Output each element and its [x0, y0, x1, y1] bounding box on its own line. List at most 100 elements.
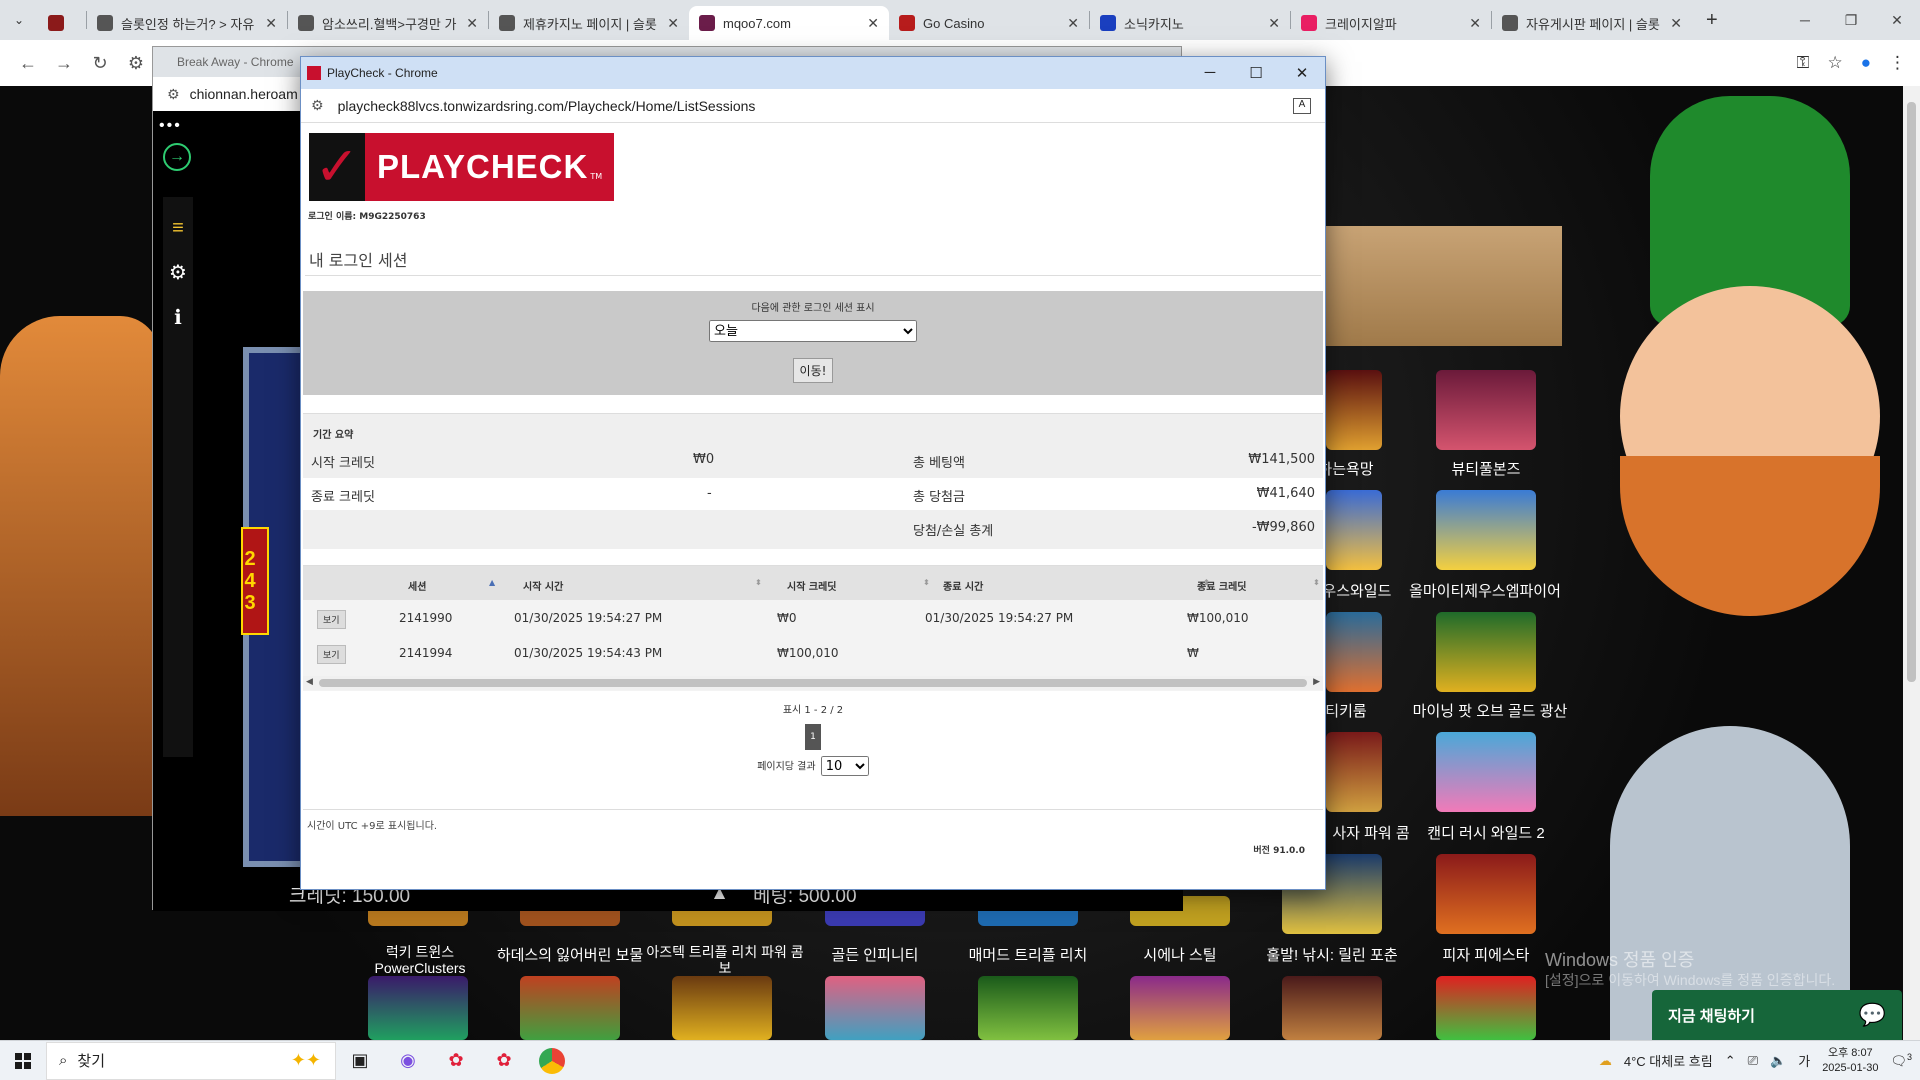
- game-tile-fish[interactable]: [520, 976, 620, 1040]
- column-header-end-credit[interactable]: 종료 크레딧: [1197, 578, 1246, 593]
- column-header-session[interactable]: 세션: [408, 578, 426, 593]
- tab-close-icon[interactable]: ✕: [1670, 15, 1682, 32]
- tab-close-icon[interactable]: ✕: [667, 15, 679, 32]
- browser-tab[interactable]: 슬롯인정 하는거? > 자유 ✕: [87, 6, 287, 40]
- volume-icon[interactable]: 🔈: [1770, 1053, 1786, 1069]
- reload-icon[interactable]: ↻: [82, 53, 118, 74]
- scroll-right-icon[interactable]: ▶: [1313, 677, 1320, 687]
- browser-tab[interactable]: mqoo7.com ✕: [689, 6, 889, 40]
- browser-tab[interactable]: 암소쓰리.혈백>구경만 가 ✕: [288, 6, 488, 40]
- tab-close-icon[interactable]: ✕: [1469, 15, 1481, 32]
- tab-close-icon[interactable]: ✕: [265, 15, 277, 32]
- clock[interactable]: 오후 8:07 2025-01-30: [1822, 1046, 1878, 1076]
- table-horizontal-scrollbar[interactable]: ◀ ▶: [303, 676, 1323, 690]
- game-name[interactable]: 골든 인피니티: [800, 944, 950, 965]
- forward-icon[interactable]: →: [46, 53, 82, 74]
- bookmark-star-icon[interactable]: ☆: [1827, 53, 1842, 73]
- game-name[interactable]: 피자 피에스타: [1411, 944, 1561, 965]
- game-tile-tiki[interactable]: [1326, 612, 1382, 692]
- browser-menu-icon[interactable]: ⋮: [1889, 53, 1906, 73]
- site-info-icon[interactable]: ⚙: [167, 86, 180, 103]
- ime-icon[interactable]: 가: [1798, 1051, 1810, 1070]
- translate-icon[interactable]: A: [1293, 97, 1311, 114]
- game-name[interactable]: 훌발! 낚시: 릴린 포춘: [1257, 944, 1407, 965]
- scrollbar-thumb[interactable]: [1907, 102, 1916, 682]
- game-tile-beautiful-bones[interactable]: [1436, 370, 1536, 450]
- game-tile-frankenstein[interactable]: [978, 976, 1078, 1040]
- column-header-start-time[interactable]: 시작 시간: [523, 578, 563, 593]
- sort-ascending-icon[interactable]: ▲: [489, 578, 495, 587]
- period-select[interactable]: 오늘: [709, 320, 917, 342]
- per-page-select[interactable]: 10: [820, 756, 869, 776]
- game-tile-zeus-wild[interactable]: [1326, 490, 1382, 570]
- game-tile-carnaval[interactable]: [1130, 976, 1230, 1040]
- tray-chevron-icon[interactable]: ⌃: [1725, 1053, 1736, 1069]
- info-icon[interactable]: ℹ: [163, 305, 193, 330]
- game-name[interactable]: 올마이티제우스엠파이어: [1380, 580, 1590, 601]
- settings-gear-icon[interactable]: ⚙: [163, 260, 193, 285]
- network-icon[interactable]: ⎚: [1748, 1053, 1758, 1069]
- profile-icon[interactable]: ●: [1861, 53, 1871, 73]
- column-header-start-credit[interactable]: 시작 크레딧: [787, 578, 836, 593]
- minimize-icon[interactable]: ─: [1187, 64, 1233, 82]
- tab-close-icon[interactable]: ✕: [466, 15, 478, 32]
- tab-search-icon[interactable]: ⌄: [0, 0, 38, 40]
- weather-text[interactable]: 4°C 대체로 흐림: [1624, 1051, 1713, 1070]
- chrome-icon[interactable]: [539, 1047, 565, 1074]
- page-scrollbar[interactable]: [1903, 86, 1920, 1040]
- restore-icon[interactable]: ❐: [1828, 12, 1874, 29]
- close-icon[interactable]: ✕: [1279, 64, 1325, 82]
- game-name[interactable]: 사자 파워 콤: [1326, 822, 1416, 843]
- game-name[interactable]: 마이닝 팟 오브 골드 광산: [1395, 700, 1585, 721]
- browser-tab[interactable]: 제휴카지노 페이지 | 슬롯 ✕: [489, 6, 689, 40]
- game-tile-mining-pots[interactable]: [1436, 612, 1536, 692]
- app-red-icon[interactable]: ✿: [480, 1050, 528, 1071]
- more-dots-icon[interactable]: •••: [159, 117, 182, 135]
- game-tile-burning-desire[interactable]: [1326, 370, 1382, 450]
- close-window-icon[interactable]: ✕: [1874, 12, 1920, 29]
- scrollbar-thumb[interactable]: [319, 679, 1307, 687]
- column-header-end-time[interactable]: 종료 시간: [943, 578, 983, 593]
- game-tile-gates[interactable]: [1282, 976, 1382, 1040]
- browser-tab[interactable]: 자유게시판 페이지 | 슬롯 ✕: [1492, 6, 1692, 40]
- sort-icon[interactable]: ⬍: [923, 578, 930, 587]
- app-red-icon[interactable]: ✿: [432, 1050, 480, 1071]
- view-button[interactable]: 보기: [317, 645, 346, 664]
- notification-icon[interactable]: 🗨3: [1890, 1052, 1912, 1069]
- new-tab-button[interactable]: +: [1692, 9, 1732, 32]
- game-tile-candy-rush[interactable]: [1436, 732, 1536, 812]
- site-info-icon[interactable]: ⚙: [311, 97, 324, 114]
- game-tile-froot[interactable]: [1436, 976, 1536, 1040]
- game-name[interactable]: 캔디 러시 와일드 2: [1411, 822, 1561, 843]
- browser-tab[interactable]: Go Casino ✕: [889, 6, 1089, 40]
- game-name[interactable]: 뷰티풀본즈: [1411, 458, 1561, 479]
- browser-tab[interactable]: 소닉카지노 ✕: [1090, 6, 1290, 40]
- copilot-icon[interactable]: ◉: [384, 1050, 432, 1071]
- task-view-icon[interactable]: ▣: [336, 1050, 384, 1071]
- taskbar-search[interactable]: ⌕ 찾기 ✦✦: [46, 1041, 336, 1080]
- playcheck-titlebar[interactable]: PlayCheck - Chrome ─ ☐ ✕: [301, 57, 1325, 89]
- go-button[interactable]: 이동!: [792, 358, 834, 383]
- tab-close-icon[interactable]: ✕: [1268, 15, 1280, 32]
- page-button[interactable]: 1: [805, 724, 821, 750]
- game-name[interactable]: 매머드 트리플 리치: [953, 944, 1103, 965]
- exit-arrow-icon[interactable]: →: [163, 143, 191, 171]
- live-chat-button[interactable]: 지금 채팅하기 💬: [1652, 990, 1902, 1040]
- browser-tab[interactable]: 크레이지알파 ✕: [1291, 6, 1491, 40]
- scroll-left-icon[interactable]: ◀: [306, 677, 313, 687]
- game-tile-massive-gold[interactable]: [672, 976, 772, 1040]
- sort-icon[interactable]: ⬍: [1313, 578, 1320, 587]
- playcheck-url[interactable]: playcheck88lvcs.tonwizardsring.com/Playc…: [338, 98, 756, 114]
- hamburger-menu-icon[interactable]: ≡: [163, 217, 193, 240]
- password-key-icon[interactable]: ⚿: [1797, 53, 1810, 73]
- minimize-icon[interactable]: ─: [1782, 12, 1828, 29]
- tab-close-icon[interactable]: ✕: [867, 15, 879, 32]
- game-tile-mahjong[interactable]: [825, 976, 925, 1040]
- tab-close-icon[interactable]: ✕: [1067, 15, 1079, 32]
- start-button[interactable]: [0, 1052, 46, 1069]
- sort-icon[interactable]: ⬍: [755, 578, 762, 587]
- browser-tab[interactable]: [38, 6, 86, 40]
- game-name[interactable]: 럭키 트윈스 PowerClusters: [345, 944, 495, 976]
- game-name[interactable]: 하데스의 잃어버린 보물: [495, 944, 645, 965]
- maximize-icon[interactable]: ☐: [1233, 64, 1279, 82]
